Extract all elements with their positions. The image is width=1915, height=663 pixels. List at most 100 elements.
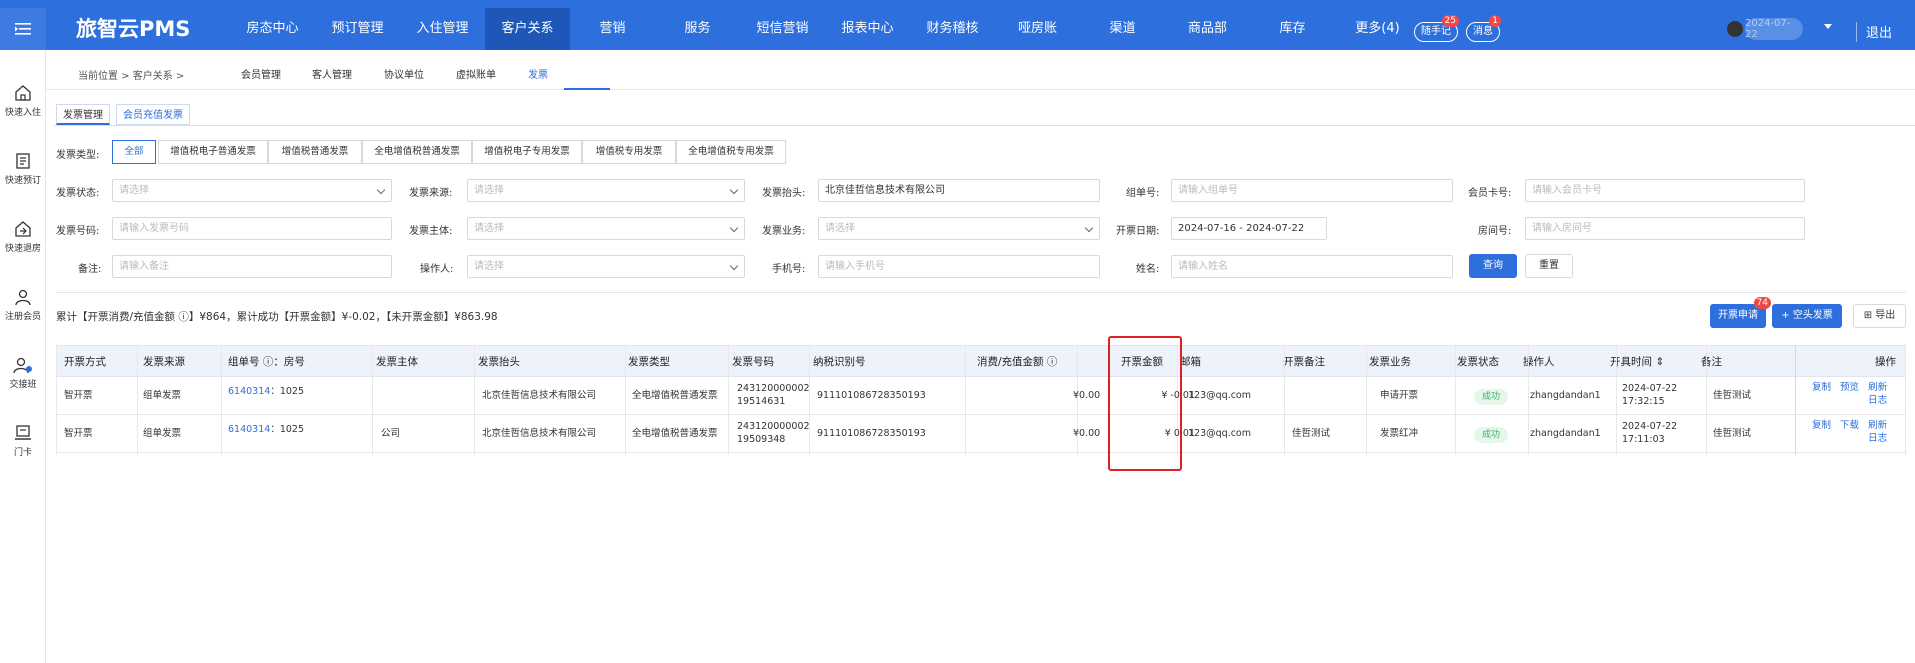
issue-date-range-input[interactable]: 2024-07-16 - 2024-07-22 [1171, 217, 1327, 240]
type-vat-e-normal-button[interactable]: 增值税电子普通发票 [158, 140, 268, 164]
preview-link[interactable]: 预览 [1840, 382, 1859, 393]
refresh-link[interactable]: 刷新 [1868, 382, 1887, 393]
group-number-link[interactable]: 6140314 [228, 386, 270, 397]
col-mode: 开票方式 [64, 356, 106, 368]
invoice-number-label: 发票号码: [56, 226, 100, 237]
cell-operator: zhangdandan1 [1530, 390, 1601, 401]
nav-sms[interactable]: 短信营销 [740, 8, 825, 50]
cell-operator: zhangdandan1 [1530, 428, 1601, 439]
menu-toggle-icon[interactable] [0, 8, 46, 50]
query-button[interactable]: 查询 [1469, 254, 1517, 278]
type-full-e-normal-button[interactable]: 全电增值税普通发票 [362, 140, 472, 164]
breadcrumb: 当前位置 > 客户关系 > [78, 71, 185, 82]
type-full-e-special-button[interactable]: 全电增值税专用发票 [676, 140, 786, 164]
chevron-down-icon [376, 185, 386, 195]
col-number: 发票号码 [732, 356, 774, 368]
type-vat-normal-button[interactable]: 增值税普通发票 [268, 140, 362, 164]
nav-checkin[interactable]: 入住管理 [400, 8, 485, 50]
tab-invoice-management[interactable]: 发票管理 [56, 104, 110, 125]
name-input[interactable]: 请输入姓名 [1171, 255, 1453, 278]
subject-select[interactable]: 请选择 [467, 217, 745, 240]
source-select[interactable]: 请选择 [467, 179, 745, 202]
cell-status: 成功 [1474, 427, 1509, 443]
nav-goods[interactable]: 商品部 [1165, 8, 1250, 50]
messages-button[interactable]: 消息 1 [1466, 15, 1501, 42]
member-card-input[interactable]: 请输入会员卡号 [1525, 179, 1805, 202]
subtab-guest[interactable]: 客人管理 [312, 66, 352, 81]
nav-channel[interactable]: 渠道 [1080, 8, 1165, 50]
invoice-title-input[interactable]: 北京佳哲信息技术有限公司 [818, 179, 1100, 202]
phone-input[interactable]: 请输入手机号 [818, 255, 1100, 278]
cell-consume: ¥0.00 [1073, 390, 1101, 401]
remark-input[interactable]: 请输入备注 [112, 255, 392, 278]
log-link[interactable]: 日志 [1868, 433, 1887, 444]
subject-label: 发票主体: [409, 226, 453, 237]
table-row: 智开票 组单发票 6140314：1025 公司 北京佳哲信息技术有限公司 全电… [56, 415, 1906, 453]
cell-type: 全电增值税普通发票 [632, 390, 718, 401]
tab-member-recharge-invoice[interactable]: 会员充值发票 [116, 104, 190, 125]
nav-room-status[interactable]: 房态中心 [230, 8, 315, 50]
sidebar-item-quick-booking[interactable]: 快速预订 [0, 152, 46, 186]
summary-text: 累计【开票消费/充值金额 ⓘ】¥864，累计成功【开票金额】¥-0.02，【未开… [56, 311, 498, 323]
status-select[interactable]: 请选择 [112, 179, 392, 202]
apply-invoice-button[interactable]: 开票申请 74 [1710, 297, 1771, 328]
col-remark: 备注 [1701, 356, 1722, 368]
subtab-invoice[interactable]: 发票 [528, 66, 548, 81]
col-business: 发票业务 [1369, 356, 1411, 368]
logout-button[interactable]: 退出 [1866, 22, 1892, 41]
tabs-divider [54, 125, 1915, 126]
blank-invoice-button[interactable]: + 空头发票 [1772, 304, 1842, 328]
copy-link[interactable]: 复制 [1812, 382, 1831, 393]
subtab-virtual-bill[interactable]: 虚拟账单 [456, 66, 496, 81]
copy-link[interactable]: 复制 [1812, 420, 1831, 431]
nav-booking[interactable]: 预订管理 [315, 8, 400, 50]
col-actions: 操作 [1875, 356, 1896, 368]
nav-inventory[interactable]: 库存 [1250, 8, 1335, 50]
col-status: 发票状态 [1457, 356, 1499, 368]
cell-number: 243120000002 19509348 [737, 421, 810, 445]
group-number-input[interactable]: 请输入组单号 [1171, 179, 1453, 202]
nav-audit[interactable]: 财务稽核 [910, 8, 995, 50]
cell-title: 北京佳哲信息技术有限公司 [482, 390, 597, 401]
nav-more[interactable]: 更多(4) [1335, 8, 1420, 50]
nav-reports[interactable]: 报表中心 [825, 8, 910, 50]
sidebar-item-door-card[interactable]: 门卡 [0, 424, 46, 458]
notes-button[interactable]: 随手记 25 [1414, 15, 1459, 42]
nav-marketing[interactable]: 营销 [570, 8, 655, 50]
cell-subject: 公司 [381, 428, 401, 439]
sidebar-item-shift-handover[interactable]: 交接班 [0, 356, 46, 390]
log-link[interactable]: 日志 [1868, 395, 1887, 406]
refresh-link[interactable]: 刷新 [1868, 420, 1887, 431]
business-label: 发票业务: [762, 226, 806, 237]
operator-select[interactable]: 请选择 [467, 255, 745, 278]
remark-label: 备注: [78, 264, 102, 275]
type-vat-e-special-button[interactable]: 增值税电子专用发票 [472, 140, 582, 164]
nav-crm[interactable]: 客户关系 [485, 8, 570, 50]
reset-button[interactable]: 重置 [1525, 254, 1573, 278]
subtab-member[interactable]: 会员管理 [241, 66, 281, 81]
card-reader-icon [15, 425, 31, 440]
group-number-label: 组单号: [1126, 188, 1160, 199]
col-issue-time[interactable]: 开具时间 ⇕ [1610, 346, 1664, 378]
download-link[interactable]: 下载 [1840, 420, 1859, 431]
nav-service[interactable]: 服务 [655, 8, 740, 50]
type-all-button[interactable]: 全部 [112, 140, 156, 164]
nav-dummy-account[interactable]: 哑房账 [995, 8, 1080, 50]
col-consume: 消费/充值金额 ⓘ [977, 356, 1058, 368]
chevron-down-icon[interactable] [1824, 24, 1832, 29]
sidebar-item-register-member[interactable]: 注册会员 [0, 288, 46, 322]
invoice-number-input[interactable]: 请输入发票号码 [112, 217, 392, 240]
export-button[interactable]: ⊞ 导出 [1853, 304, 1906, 328]
room-number-input[interactable]: 请输入房间号 [1525, 217, 1805, 240]
group-number-link[interactable]: 6140314 [228, 424, 270, 435]
sidebar-item-quick-checkout[interactable]: 快速退房 [0, 220, 46, 254]
type-vat-special-button[interactable]: 增值税专用发票 [582, 140, 676, 164]
user-date: 2024-07-22 [1745, 18, 1803, 40]
subtab-agreement[interactable]: 协议单位 [384, 66, 424, 81]
cell-actions: 复制 下载 刷新 日志 [1812, 419, 1887, 445]
user-menu[interactable]: 2024-07-22 [1727, 18, 1803, 40]
sidebar-item-quick-checkin[interactable]: 快速入住 [0, 84, 46, 118]
phone-label: 手机号: [772, 264, 806, 275]
business-select[interactable]: 请选择 [818, 217, 1100, 240]
cell-status: 成功 [1474, 389, 1509, 405]
